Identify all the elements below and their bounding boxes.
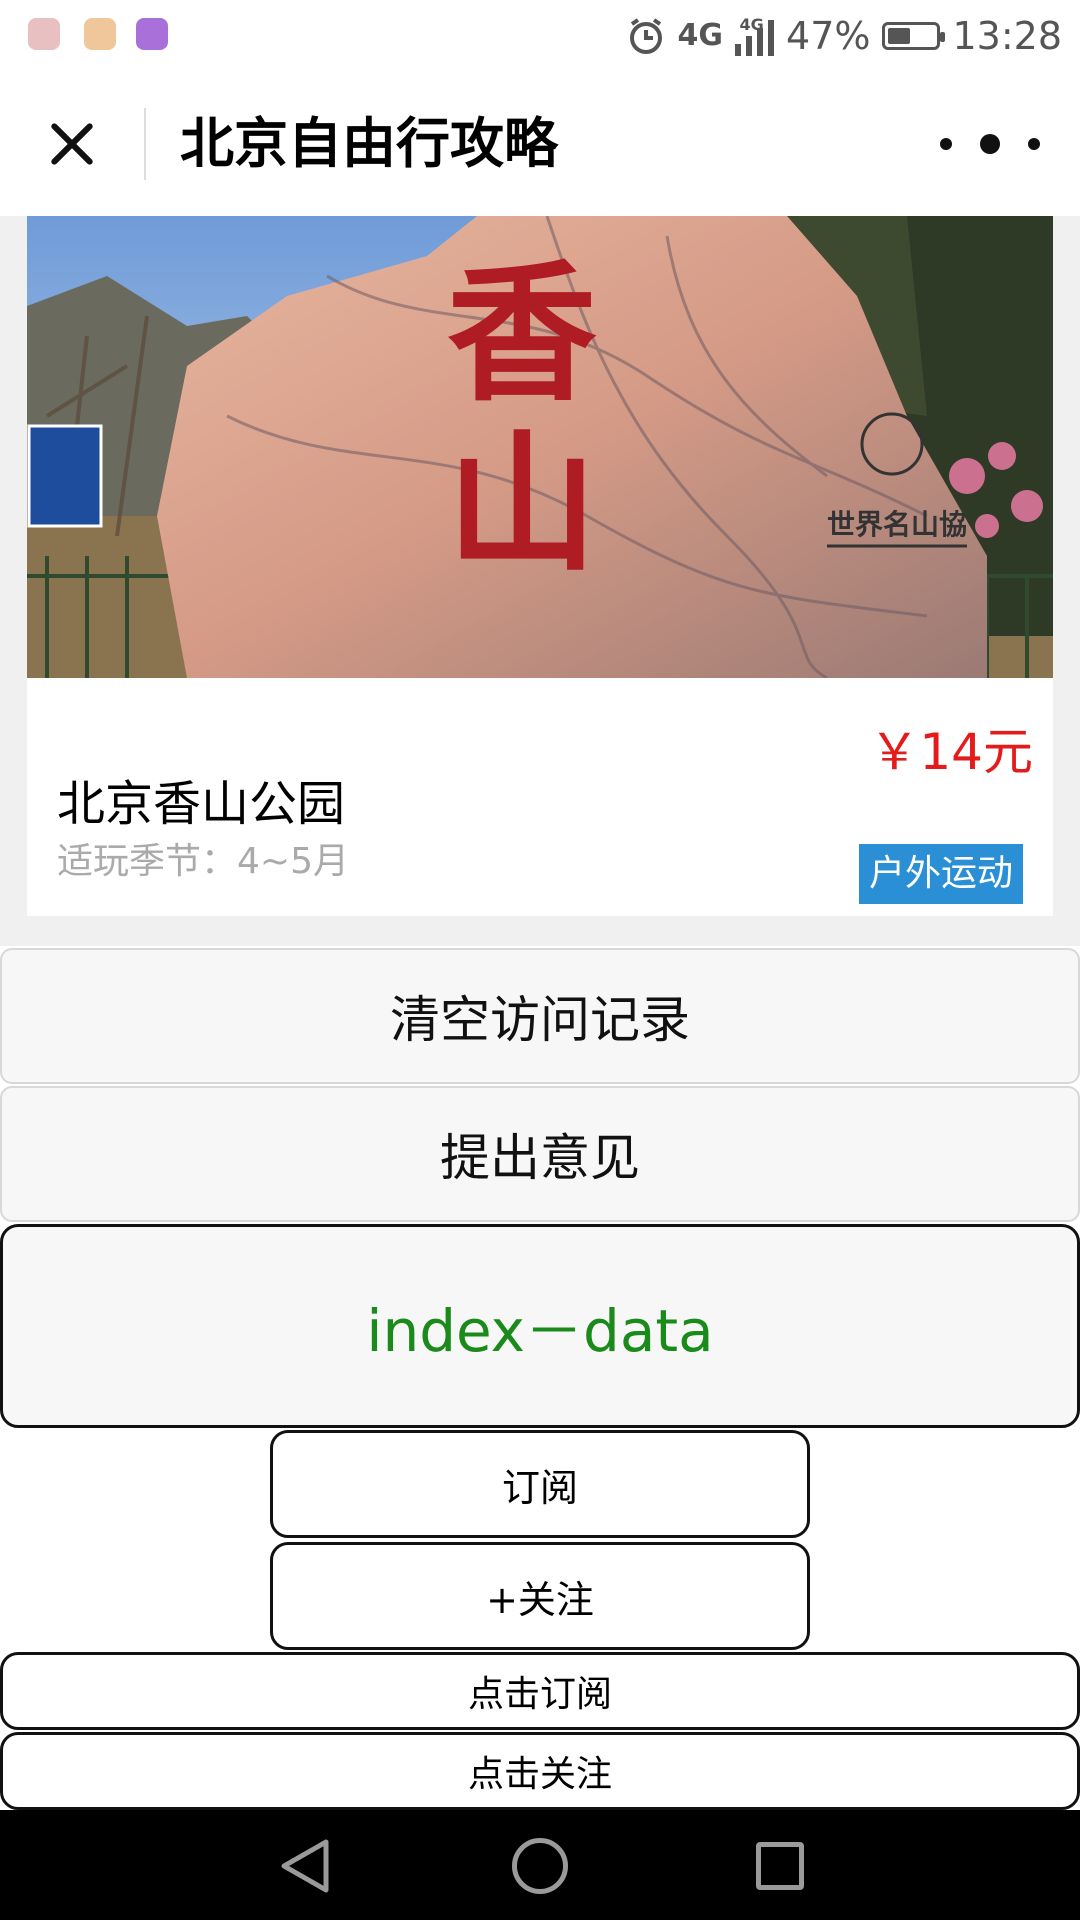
- more-dots-icon[interactable]: [940, 128, 1040, 160]
- clock: 13:28: [952, 14, 1062, 58]
- season-label: 适玩季节：4~5月: [57, 841, 349, 882]
- attraction-card[interactable]: 香 山 世界名山協 ￥14元 北京香山公园 适玩季节：4~5月 户外运动: [27, 216, 1053, 916]
- heart-app-icon: [28, 18, 60, 50]
- attraction-photo: 香 山 世界名山協: [27, 216, 1053, 678]
- battery-icon: [882, 22, 946, 50]
- rock-plaque: 世界名山協: [827, 508, 967, 541]
- follow-button[interactable]: +关注: [270, 1542, 810, 1650]
- network-secondary: 4G: [739, 15, 764, 34]
- status-bar: 4G 4G 47% 13:28: [0, 0, 1080, 72]
- nav-back-icon[interactable]: [278, 1838, 332, 1894]
- nav-recent-icon[interactable]: [756, 1842, 804, 1890]
- click-follow-button[interactable]: 点击关注: [0, 1732, 1080, 1810]
- status-indicators: 4G 4G 47% 13:28: [626, 10, 1062, 62]
- network-4g-label: 4G 4G: [677, 17, 764, 53]
- category-tag[interactable]: 户外运动: [858, 844, 1023, 904]
- alarm-icon: [629, 18, 662, 54]
- price-label: ￥14元: [869, 723, 1033, 781]
- title-bar: 北京自由行攻略: [0, 72, 1080, 217]
- system-nav-bar: [0, 1810, 1080, 1920]
- page-title: 北京自由行攻略: [180, 112, 558, 175]
- rock-carving-shan: 山: [447, 416, 597, 592]
- click-subscribe-button[interactable]: 点击订阅: [0, 1652, 1080, 1730]
- close-icon[interactable]: [40, 112, 104, 176]
- title-divider: [144, 108, 146, 180]
- chat-app-icon: [84, 18, 116, 50]
- card-area: 香 山 世界名山協 ￥14元 北京香山公园 适玩季节：4~5月 户外运动: [0, 216, 1080, 946]
- index-data-button[interactable]: index－data: [0, 1224, 1080, 1428]
- attraction-title: 北京香山公园: [57, 776, 346, 832]
- rock-carving-xiang: 香: [447, 246, 597, 422]
- nav-home-icon[interactable]: [512, 1838, 568, 1894]
- content-area: 香 山 世界名山協 ￥14元 北京香山公园 适玩季节：4~5月 户外运动 清空访…: [0, 216, 1080, 1810]
- photo-graphic: 香 山 世界名山協: [27, 216, 1053, 678]
- gallery-app-icon: [136, 18, 168, 50]
- battery-percent: 47%: [786, 14, 871, 58]
- subscribe-button[interactable]: 订阅: [270, 1430, 810, 1538]
- feedback-button[interactable]: 提出意见: [0, 1086, 1080, 1222]
- network-primary: 4G: [677, 18, 724, 53]
- clear-history-button[interactable]: 清空访问记录: [0, 948, 1080, 1084]
